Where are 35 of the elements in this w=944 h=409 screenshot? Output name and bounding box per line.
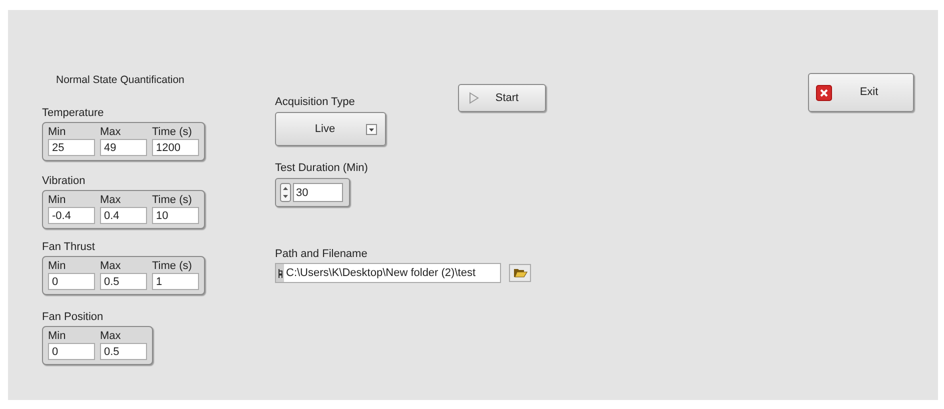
numeric-input[interactable]: 1: [152, 273, 199, 290]
cluster-label: Fan Thrust: [42, 241, 96, 254]
column-header: Time (s): [152, 259, 193, 273]
field-label: Acquisition Type: [275, 96, 356, 109]
path-input[interactable]: C:\Users\K\Desktop\New folder (2)\test: [275, 263, 501, 283]
column-header: Min: [48, 329, 67, 343]
duration-input[interactable]: 30: [293, 183, 343, 202]
column-header: Min: [48, 193, 67, 207]
numeric-input[interactable]: 0: [48, 273, 95, 290]
numeric-input[interactable]: 0: [48, 343, 95, 360]
field-label: Path and Filename: [275, 248, 368, 261]
numeric-input[interactable]: 1200: [152, 139, 199, 156]
column-header: Max: [100, 193, 122, 207]
acquisition-type-dropdown[interactable]: Live: [275, 112, 386, 146]
start-button[interactable]: Start: [458, 84, 546, 112]
column-header: Time (s): [152, 125, 193, 139]
numeric-input[interactable]: -0.4: [48, 207, 95, 224]
section-title: Normal State Quantification: [56, 74, 186, 87]
cluster-label: Temperature: [42, 107, 105, 120]
field-label: Test Duration (Min): [275, 162, 369, 175]
cluster-label: Vibration: [42, 175, 86, 188]
numeric-input[interactable]: 25: [48, 139, 95, 156]
numeric-input[interactable]: 49: [100, 139, 147, 156]
column-header: Max: [100, 259, 122, 273]
column-header: Max: [100, 125, 122, 139]
column-header: Time (s): [152, 193, 193, 207]
numeric-input[interactable]: 10: [152, 207, 199, 224]
numeric-input[interactable]: 0.5: [100, 273, 147, 290]
cluster-label: Fan Position: [42, 311, 104, 324]
column-header: Min: [48, 125, 67, 139]
column-header: Min: [48, 259, 67, 273]
column-header: Max: [100, 329, 122, 343]
exit-button[interactable]: Exit: [808, 73, 914, 112]
numeric-input[interactable]: 0.4: [100, 207, 147, 224]
numeric-input[interactable]: 0.5: [100, 343, 147, 360]
